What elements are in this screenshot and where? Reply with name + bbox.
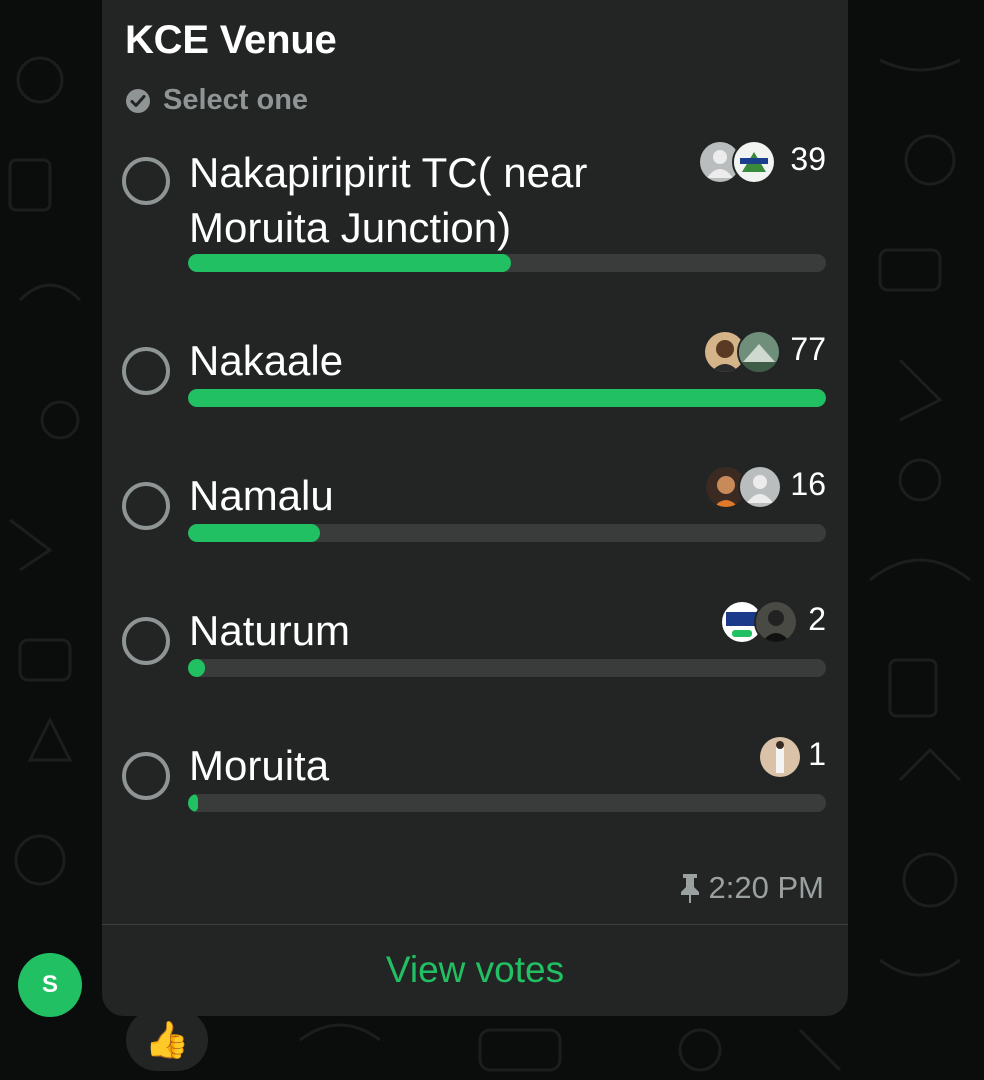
check-circle-icon bbox=[126, 88, 150, 113]
vote-progress-fill bbox=[188, 389, 826, 407]
vote-count: 1 bbox=[808, 736, 826, 772]
option-radio[interactable] bbox=[122, 347, 170, 395]
voter-avatars bbox=[720, 600, 798, 644]
vote-progress-fill bbox=[188, 254, 511, 272]
select-hint: Select one bbox=[125, 84, 308, 117]
voter-avatars bbox=[758, 735, 802, 779]
sender-avatar[interactable]: S bbox=[18, 953, 82, 1017]
option-label: Nakaale bbox=[189, 337, 344, 384]
voter-avatar-photo bbox=[754, 600, 798, 644]
select-hint-label: Select one bbox=[163, 84, 309, 116]
pin-icon bbox=[680, 874, 699, 903]
view-votes-button[interactable]: View votes bbox=[102, 940, 848, 1000]
message-time: 2:20 PM bbox=[708, 870, 824, 905]
reaction-badge[interactable]: 👍 bbox=[126, 1009, 208, 1071]
option-radio[interactable] bbox=[122, 157, 170, 205]
option-label: Nakapiripirit TC( near Moruita Junction) bbox=[189, 149, 588, 251]
vote-count: 39 bbox=[790, 141, 826, 177]
vote-count: 2 bbox=[808, 601, 826, 637]
voter-avatars bbox=[698, 140, 776, 184]
vote-progress-bar bbox=[188, 794, 826, 812]
poll-message-bubble: KCE Venue Select one Nakapiripirit TC( n… bbox=[102, 0, 848, 1016]
option-label: Namalu bbox=[189, 472, 334, 519]
divider bbox=[102, 924, 848, 925]
option-radio[interactable] bbox=[122, 752, 170, 800]
voter-avatars bbox=[704, 465, 782, 509]
voter-avatar-logo bbox=[732, 140, 776, 184]
vote-progress-bar bbox=[188, 389, 826, 407]
poll-title: KCE Venue bbox=[125, 18, 337, 62]
voter-avatars bbox=[703, 330, 781, 374]
option-label: Naturum bbox=[189, 607, 351, 654]
vote-progress-bar bbox=[188, 659, 826, 677]
message-meta: 2:20 PM bbox=[677, 870, 824, 906]
voter-avatar-photo bbox=[758, 735, 802, 779]
vote-progress-fill bbox=[188, 794, 198, 812]
vote-progress-bar bbox=[188, 524, 826, 542]
default-avatar-icon bbox=[738, 465, 782, 509]
vote-count: 77 bbox=[790, 331, 826, 367]
vote-progress-fill bbox=[188, 659, 205, 677]
option-radio[interactable] bbox=[122, 482, 170, 530]
option-radio[interactable] bbox=[122, 617, 170, 665]
option-label: Moruita bbox=[189, 742, 330, 789]
vote-progress-bar bbox=[188, 254, 826, 272]
vote-count: 16 bbox=[790, 466, 826, 502]
voter-avatar-photo bbox=[737, 330, 781, 374]
vote-progress-fill bbox=[188, 524, 321, 542]
